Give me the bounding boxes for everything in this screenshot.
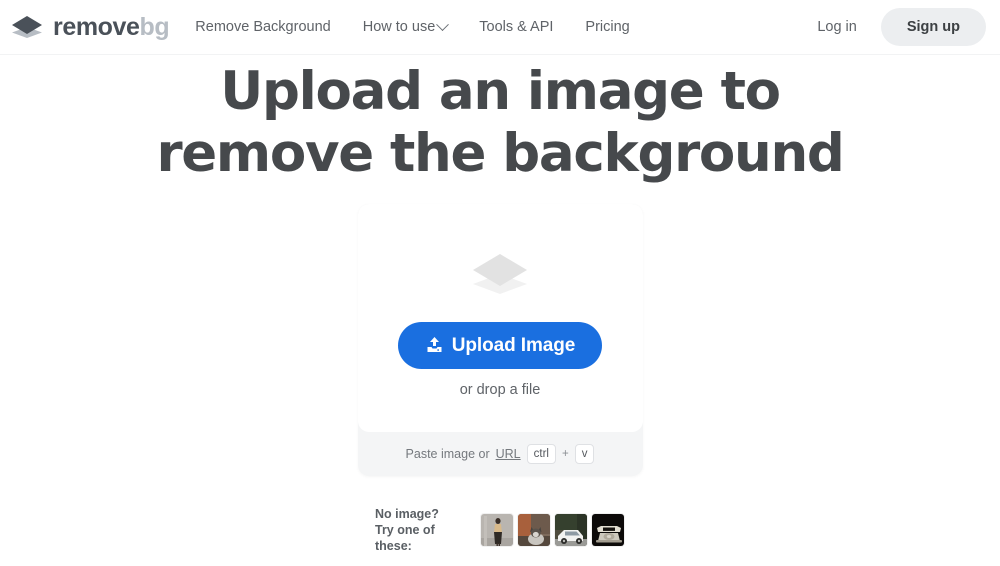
signup-button[interactable]: Sign up (880, 8, 986, 46)
page-title-line-2: remove the background (156, 123, 844, 184)
upload-tray-icon (425, 336, 444, 355)
nav-item-tools-and-api[interactable]: Tools & API (479, 19, 553, 35)
header-actions: Log in Sign up (803, 8, 986, 46)
sample-images-label: No image? Try one of these: (375, 506, 470, 554)
nav-label: How to use (362, 19, 436, 35)
nav-item-remove-background[interactable]: Remove Background (195, 19, 330, 35)
sample-white-car[interactable] (554, 513, 588, 547)
hero-section: Upload an image to remove the background (0, 61, 1000, 185)
paste-hint-text: Paste image or (405, 447, 490, 461)
layers-logo-icon (10, 14, 44, 40)
sample-thumbnail-list (480, 513, 625, 547)
sample-woman-standing[interactable] (480, 513, 514, 547)
nav-label: Pricing (585, 19, 630, 35)
brand-logo[interactable]: removebg (10, 12, 170, 41)
chevron-down-icon (436, 17, 450, 31)
sample-rotary-telephone[interactable] (591, 513, 625, 547)
brand-word-bg: bg (139, 12, 170, 41)
paste-url-link[interactable]: URL (496, 447, 521, 461)
layers-placeholder-icon (469, 250, 531, 298)
nav-item-how-to-use[interactable]: How to use (362, 17, 450, 35)
paste-hint-bar: Paste image or URL ctrl + v (358, 432, 643, 476)
upload-card-wrapper: Upload Image or drop a file Paste image … (0, 204, 1000, 476)
sample-label-line-2: Try one of these: (375, 523, 435, 553)
nav-label: Tools & API (479, 19, 554, 35)
brand-wordmark: removebg (53, 12, 170, 41)
site-header: removebg Remove Background How to use To… (0, 0, 1000, 55)
upload-dropzone[interactable]: Upload Image or drop a file (357, 204, 643, 432)
brand-word-remove: remove (53, 12, 140, 41)
sample-label-line-1: No image? (375, 507, 439, 521)
sample-cat[interactable] (517, 513, 551, 547)
upload-button-label: Upload Image (451, 334, 576, 356)
key-v: v (574, 444, 595, 464)
login-link[interactable]: Log in (803, 11, 871, 43)
nav-item-pricing[interactable]: Pricing (585, 19, 629, 35)
main-navigation: Remove Background How to use Tools & API… (195, 17, 630, 35)
page-title: Upload an image to remove the background (0, 61, 1000, 185)
drop-file-hint: or drop a file (459, 382, 541, 398)
key-plus: + (561, 448, 569, 460)
page-title-line-1: Upload an image to (220, 61, 781, 122)
sample-images-section: No image? Try one of these: (0, 506, 1000, 554)
key-ctrl: ctrl (526, 444, 556, 464)
upload-image-button[interactable]: Upload Image (397, 322, 603, 369)
upload-card[interactable]: Upload Image or drop a file Paste image … (357, 204, 643, 476)
nav-label: Remove Background (195, 19, 331, 35)
